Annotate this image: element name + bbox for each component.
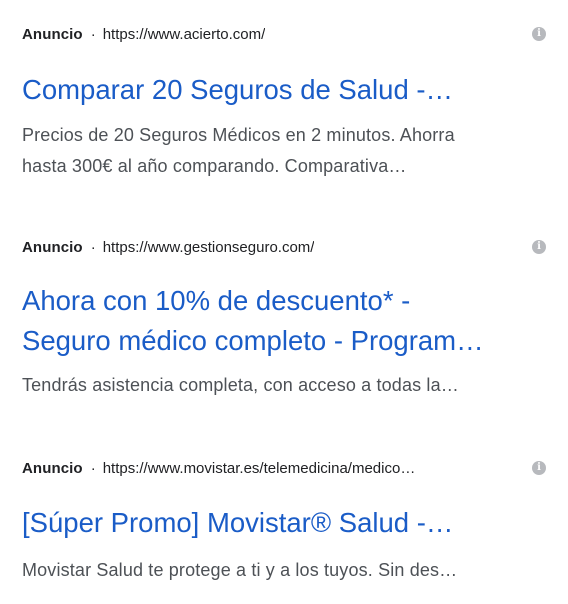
info-icon[interactable]: i <box>532 461 546 475</box>
ad-label: Anuncio <box>22 238 83 256</box>
ad-title-link[interactable]: [Súper Promo] Movistar® Salud -… <box>22 503 546 543</box>
ad-label: Anuncio <box>22 25 83 43</box>
info-icon[interactable]: i <box>532 240 546 254</box>
ad-description-line: Movistar Salud te protege a ti y a los t… <box>22 560 458 580</box>
ad-title-link[interactable]: Ahora con 10% de descuento* - Seguro méd… <box>22 281 546 361</box>
ad-url[interactable]: https://www.acierto.com/ <box>103 26 266 43</box>
ad-title-link[interactable]: Comparar 20 Seguros de Salud -… <box>22 70 546 110</box>
ad-title-line: [Súper Promo] Movistar® Salud -… <box>22 507 454 538</box>
ad-header: Anuncio · https://www.acierto.com/ i <box>22 22 546 46</box>
ad-description-line: Precios de 20 Seguros Médicos en 2 minut… <box>22 125 455 145</box>
ad-title-line: Ahora con 10% de descuento* - <box>22 285 411 316</box>
separator-dot: · <box>90 459 96 477</box>
ad-result-2: Anuncio · https://www.gestionseguro.com/… <box>22 235 546 415</box>
separator-dot: · <box>90 238 96 256</box>
ad-description: Tendrás asistencia completa, con acceso … <box>22 370 546 401</box>
ad-url[interactable]: https://www.gestionseguro.com/ <box>103 239 315 256</box>
ad-description-line: Tendrás asistencia completa, con acceso … <box>22 375 459 395</box>
ad-title-line: Comparar 20 Seguros de Salud -… <box>22 74 454 105</box>
ad-header: Anuncio · https://www.gestionseguro.com/… <box>22 235 546 259</box>
ad-description: Movistar Salud te protege a ti y a los t… <box>22 555 546 586</box>
ad-description: Precios de 20 Seguros Médicos en 2 minut… <box>22 120 546 182</box>
ad-result-1: Anuncio · https://www.acierto.com/ i Com… <box>22 22 546 192</box>
ad-label: Anuncio <box>22 459 83 477</box>
ad-result-3: Anuncio · https://www.movistar.es/teleme… <box>22 456 546 596</box>
info-icon[interactable]: i <box>532 27 546 41</box>
ad-title-line: Seguro médico completo - Program… <box>22 325 484 356</box>
separator-dot: · <box>90 25 96 43</box>
ad-header: Anuncio · https://www.movistar.es/teleme… <box>22 456 546 480</box>
ad-description-line: hasta 300€ al año comparando. Comparativ… <box>22 156 407 176</box>
ad-url[interactable]: https://www.movistar.es/telemedicina/med… <box>103 460 416 477</box>
